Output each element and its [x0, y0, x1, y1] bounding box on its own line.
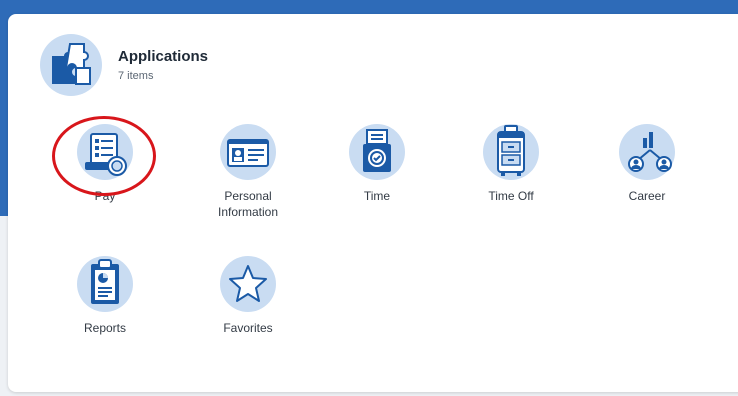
app-label: Reports	[83, 321, 127, 335]
app-tile-favorites[interactable]: Favorites	[193, 256, 303, 366]
career-icon	[619, 124, 675, 180]
applications-card: Applications 7 items Pay Personal Inform…	[8, 14, 738, 392]
id-card-icon	[220, 124, 276, 180]
card-item-count: 7 items	[118, 70, 154, 82]
time-clock-icon	[349, 124, 405, 180]
clipboard-report-icon	[77, 256, 133, 312]
app-label: Personal Information	[217, 189, 279, 219]
puzzle-icon	[40, 34, 102, 96]
app-tile-time[interactable]: Time	[322, 124, 432, 234]
app-tile-career[interactable]: Career	[592, 124, 702, 234]
suitcase-icon	[483, 124, 539, 180]
app-label: Time Off	[488, 189, 534, 203]
app-label: Time	[363, 189, 391, 203]
app-tile-time-off[interactable]: Time Off	[456, 124, 566, 234]
app-tile-personal-information[interactable]: Personal Information	[193, 124, 303, 234]
app-label: Pay	[94, 189, 116, 203]
app-label: Career	[628, 189, 666, 203]
star-icon	[220, 256, 276, 312]
app-tile-reports[interactable]: Reports	[50, 256, 160, 366]
card-title: Applications	[118, 48, 209, 65]
app-tile-pay[interactable]: Pay	[50, 124, 160, 234]
app-label: Favorites	[223, 321, 273, 335]
pay-icon	[77, 124, 133, 180]
